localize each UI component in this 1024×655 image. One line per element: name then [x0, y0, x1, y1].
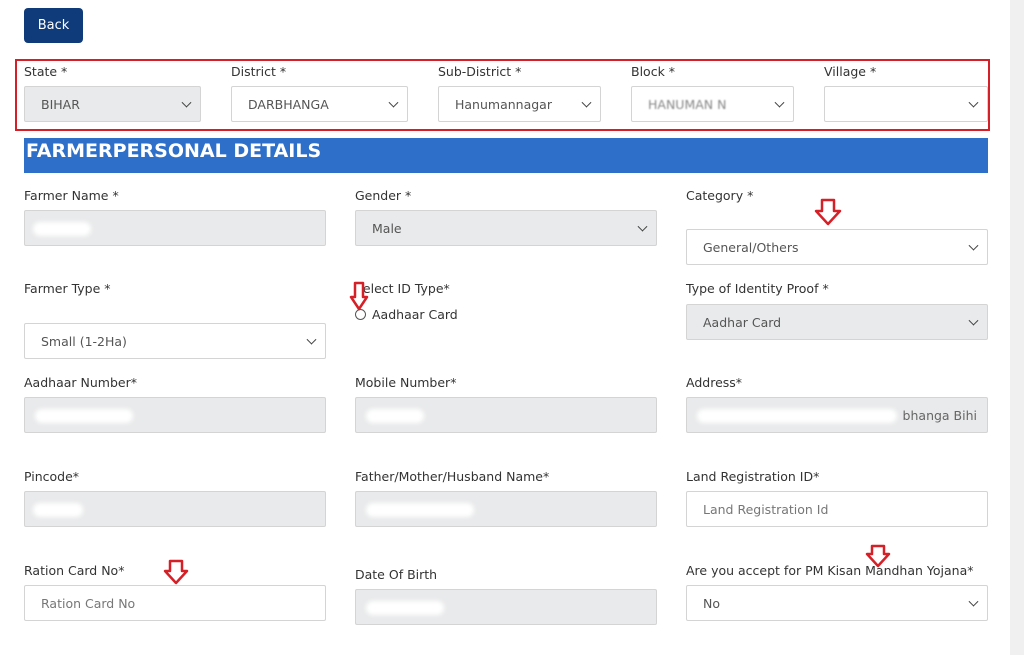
land-registration-input[interactable]: Land Registration Id — [686, 491, 988, 527]
aadhaar-radio-option[interactable]: Aadhaar Card — [355, 307, 458, 322]
ration-card-input[interactable]: Ration Card No — [24, 585, 326, 621]
chevron-down-icon — [968, 97, 979, 108]
sub-district-label: Sub-District * — [438, 64, 522, 79]
section-header: FARMERPERSONAL DETAILS — [24, 138, 988, 173]
district-label: District * — [231, 64, 287, 79]
address-field[interactable]: bhanga Bihi — [686, 397, 988, 433]
category-label: Category * — [686, 188, 754, 203]
gender-select[interactable]: Male — [355, 210, 657, 246]
chevron-down-icon — [637, 221, 648, 232]
redacted-blur — [35, 409, 133, 423]
block-value: HANUMAN N — [648, 96, 727, 112]
district-value: DARBHANGA — [248, 96, 329, 112]
farmer-name-field[interactable] — [24, 210, 326, 246]
address-value: bhanga Bihi — [902, 407, 977, 423]
land-registration-placeholder: Land Registration Id — [703, 501, 829, 517]
mobile-number-field[interactable] — [355, 397, 657, 433]
chevron-down-icon — [181, 97, 192, 108]
mobile-number-label: Mobile Number* — [355, 375, 457, 390]
district-select[interactable]: DARBHANGA — [231, 86, 408, 122]
red-arrow-icon — [865, 544, 891, 568]
state-value: BIHAR — [41, 96, 80, 112]
farmer-type-value: Small (1-2Ha) — [41, 333, 127, 349]
identity-proof-select[interactable]: Aadhar Card — [686, 304, 988, 340]
redacted-blur — [835, 98, 955, 110]
redacted-blur — [366, 601, 444, 615]
identity-proof-label: Type of Identity Proof * — [686, 281, 829, 296]
red-arrow-icon — [349, 281, 369, 311]
sub-district-select[interactable]: Hanumannagar — [438, 86, 601, 122]
id-type-label: Select ID Type* — [355, 281, 450, 296]
category-value: General/Others — [703, 239, 799, 255]
aadhaar-number-label: Aadhaar Number* — [24, 375, 137, 390]
guardian-name-field[interactable] — [355, 491, 657, 527]
redacted-blur — [33, 222, 91, 236]
redacted-blur — [366, 409, 424, 423]
aadhaar-number-field[interactable] — [24, 397, 326, 433]
ration-card-placeholder: Ration Card No — [41, 595, 136, 611]
farmer-type-label: Farmer Type * — [24, 281, 111, 296]
chevron-down-icon — [774, 97, 785, 108]
red-arrow-icon — [814, 198, 842, 226]
identity-proof-value: Aadhar Card — [703, 314, 782, 330]
farmer-name-label: Farmer Name * — [24, 188, 119, 203]
block-select[interactable]: HANUMAN N — [631, 86, 794, 122]
block-label: Block * — [631, 64, 676, 79]
chevron-down-icon — [581, 97, 592, 108]
back-button[interactable]: Back — [24, 8, 83, 43]
pm-kisan-value: No — [703, 595, 720, 611]
dob-field[interactable] — [355, 589, 657, 625]
state-select[interactable]: BIHAR — [24, 86, 201, 122]
land-registration-label: Land Registration ID* — [686, 469, 820, 484]
redacted-blur — [697, 409, 897, 423]
chevron-down-icon — [968, 315, 979, 326]
section-title: FARMERPERSONAL DETAILS — [26, 140, 322, 162]
red-arrow-icon — [163, 559, 189, 585]
chevron-down-icon — [968, 596, 979, 607]
village-label: Village * — [824, 64, 877, 79]
pincode-field[interactable] — [24, 491, 326, 527]
sub-district-value: Hanumannagar — [455, 96, 552, 112]
category-select[interactable]: General/Others — [686, 229, 988, 265]
ration-card-label: Ration Card No* — [24, 563, 125, 578]
redacted-blur — [366, 503, 474, 517]
village-select[interactable] — [824, 86, 988, 122]
farmer-type-select[interactable]: Small (1-2Ha) — [24, 323, 326, 359]
dob-label: Date Of Birth — [355, 567, 438, 582]
chevron-down-icon — [388, 97, 399, 108]
gender-value: Male — [372, 220, 402, 236]
redacted-blur — [33, 503, 83, 517]
state-label: State * — [24, 64, 68, 79]
gender-label: Gender * — [355, 188, 412, 203]
chevron-down-icon — [968, 240, 979, 251]
aadhaar-radio-label: Aadhaar Card — [372, 307, 458, 322]
page-edge — [1010, 0, 1024, 655]
guardian-name-label: Father/Mother/Husband Name* — [355, 469, 550, 484]
pm-kisan-select[interactable]: No — [686, 585, 988, 621]
pincode-label: Pincode* — [24, 469, 80, 484]
chevron-down-icon — [306, 334, 317, 345]
pm-kisan-label: Are you accept for PM Kisan Mandhan Yoja… — [686, 563, 974, 578]
address-label: Address* — [686, 375, 743, 390]
